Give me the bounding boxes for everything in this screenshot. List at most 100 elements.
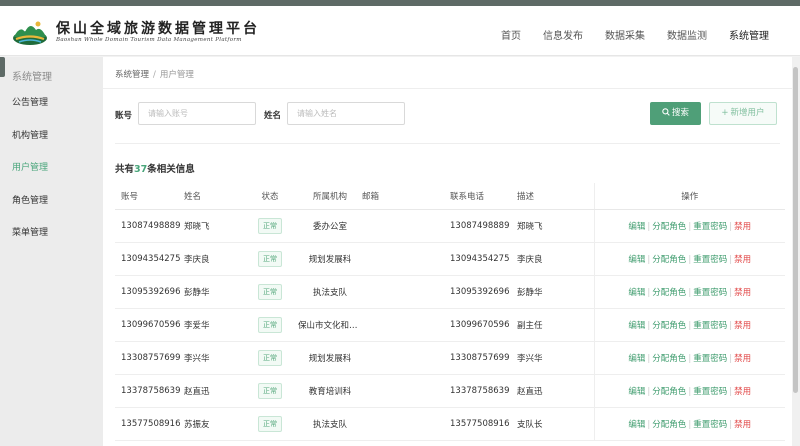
assign-role-link[interactable]: 分配角色: [652, 321, 686, 331]
edit-link[interactable]: 编辑: [628, 387, 645, 397]
cell-phone: 13087498889: [450, 209, 517, 243]
cell-account: 13378758639: [115, 374, 184, 408]
assign-role-link[interactable]: 分配角色: [652, 420, 686, 430]
table-row: 13099670596 李爱华 正常 保山市文化和旅… 13099670596 副主任 编辑…: [115, 308, 785, 342]
cell-email: [362, 209, 450, 243]
breadcrumb-current: 用户管理: [159, 70, 194, 80]
cell-account: 13577508916: [115, 407, 184, 441]
disable-link[interactable]: 禁用: [734, 321, 751, 331]
column-header-email: 邮箱: [362, 183, 450, 210]
sidebar-toggle-handle[interactable]: [0, 57, 5, 77]
action-separator: |: [647, 386, 651, 397]
column-header-status: 状态: [242, 183, 298, 210]
table-row: 13094354275 李庆良 正常 规划发展科 13094354275 李庆良 编辑 | 分配…: [115, 242, 785, 276]
nav-system-management[interactable]: 系统管理: [718, 12, 780, 62]
cell-status: 正常: [242, 341, 298, 375]
action-separator: |: [688, 386, 692, 397]
nav-data-monitoring[interactable]: 数据监测: [656, 12, 718, 62]
cell-status: 正常: [242, 407, 298, 441]
action-separator: |: [647, 419, 651, 430]
sidebar: 系统管理 公告管理 机构管理 用户管理 角色管理 菜单管理: [0, 57, 103, 446]
scrollbar-thumb[interactable]: [793, 67, 798, 393]
nav-info-publish[interactable]: 信息发布: [532, 12, 594, 62]
name-search-input[interactable]: [287, 102, 405, 125]
sidebar-menu: 公告管理 机构管理 用户管理 角色管理 菜单管理: [0, 87, 103, 250]
cell-name: 李爱华: [184, 308, 242, 342]
nav-home[interactable]: 首页: [490, 12, 532, 62]
cell-name: 彭静华: [184, 275, 242, 309]
edit-link[interactable]: 编辑: [628, 288, 645, 298]
sidebar-title: 系统管理: [12, 72, 52, 83]
cell-actions: 编辑 | 分配角色 | 重置密码 | 禁用: [593, 341, 785, 375]
action-separator: |: [647, 353, 651, 364]
add-user-button-label: 新增用户: [730, 108, 765, 118]
reset-password-link[interactable]: 重置密码: [693, 222, 727, 232]
table-row: 13095392696 彭静华 正常 执法支队 13095392696 彭静华 编辑 | 分配角…: [115, 275, 785, 309]
sidebar-item-organizations[interactable]: 机构管理: [0, 120, 103, 153]
cell-desc: 支队长: [517, 407, 570, 441]
table-header-row: 账号 姓名 状态 所属机构 邮箱 联系电话 描述 操作: [115, 183, 785, 210]
nav-data-collection[interactable]: 数据采集: [594, 12, 656, 62]
edit-link[interactable]: 编辑: [628, 255, 645, 265]
search-button[interactable]: 搜索: [650, 102, 701, 125]
reset-password-link[interactable]: 重置密码: [693, 288, 727, 298]
platform-title: 保山全域旅游数据管理平台: [56, 21, 260, 37]
cell-actions: 编辑 | 分配角色 | 重置密码 | 禁用: [593, 209, 785, 243]
assign-role-link[interactable]: 分配角色: [652, 387, 686, 397]
cell-status: 正常: [242, 275, 298, 309]
scrollbar[interactable]: [792, 57, 800, 446]
cell-account: 13308757699: [115, 341, 184, 375]
breadcrumb-parent[interactable]: 系统管理: [115, 70, 149, 80]
add-user-button[interactable]: + 新增用户: [709, 102, 777, 125]
cell-email: [362, 374, 450, 408]
account-label: 账号: [115, 111, 133, 121]
cell-phone: 13577508916: [450, 407, 517, 441]
reset-password-link[interactable]: 重置密码: [693, 387, 727, 397]
assign-role-link[interactable]: 分配角色: [652, 354, 686, 364]
cell-name: 郑晓飞: [184, 209, 242, 243]
sidebar-item-announcements[interactable]: 公告管理: [0, 87, 103, 120]
reset-password-link[interactable]: 重置密码: [693, 354, 727, 364]
disable-link[interactable]: 禁用: [734, 387, 751, 397]
edit-link[interactable]: 编辑: [628, 354, 645, 364]
assign-role-link[interactable]: 分配角色: [652, 222, 686, 232]
disable-link[interactable]: 禁用: [734, 222, 751, 232]
cell-desc: 李庆良: [517, 242, 570, 276]
disable-link[interactable]: 禁用: [734, 288, 751, 298]
reset-password-link[interactable]: 重置密码: [693, 255, 727, 265]
cell-account: 13094354275: [115, 242, 184, 276]
assign-role-link[interactable]: 分配角色: [652, 255, 686, 265]
cell-phone: 13094354275: [450, 242, 517, 276]
cell-name: 李庆良: [184, 242, 242, 276]
cell-org: 委办公室: [298, 209, 362, 243]
cell-name: 苏振友: [184, 407, 242, 441]
edit-link[interactable]: 编辑: [628, 420, 645, 430]
cell-name: 李兴华: [184, 341, 242, 375]
edit-link[interactable]: 编辑: [628, 222, 645, 232]
disable-link[interactable]: 禁用: [734, 255, 751, 265]
status-badge: 正常: [258, 382, 282, 399]
sidebar-item-roles[interactable]: 角色管理: [0, 185, 103, 218]
main-content: 系统管理 /用户管理 账号 姓名 搜索 +新增用户 共有37条相关信息 账号 姓名…: [103, 57, 792, 446]
status-badge: 正常: [258, 316, 282, 333]
action-separator: |: [729, 221, 733, 232]
result-count-suffix: 条相关信息: [147, 164, 195, 175]
action-separator: |: [688, 221, 692, 232]
assign-role-link[interactable]: 分配角色: [652, 288, 686, 298]
table-row: 13378758639 赵直迅 正常 教育培训科 13378758639 赵直迅 编辑 | 分配…: [115, 374, 785, 408]
cell-org: 执法支队: [298, 275, 362, 309]
reset-password-link[interactable]: 重置密码: [693, 420, 727, 430]
edit-link[interactable]: 编辑: [628, 321, 645, 331]
divider: [115, 143, 780, 144]
sidebar-item-menus[interactable]: 菜单管理: [0, 217, 103, 250]
platform-subtitle: Baoshan Whole Domain Tourism Data Manage…: [56, 37, 242, 43]
cell-desc: 副主任: [517, 308, 570, 342]
column-header-account: 账号: [115, 183, 184, 210]
disable-link[interactable]: 禁用: [734, 420, 751, 430]
account-search-input[interactable]: [138, 102, 256, 125]
sidebar-item-users[interactable]: 用户管理: [0, 152, 103, 185]
disable-link[interactable]: 禁用: [734, 354, 751, 364]
result-count: 共有37条相关信息: [115, 161, 195, 175]
action-separator: |: [647, 254, 651, 265]
reset-password-link[interactable]: 重置密码: [693, 321, 727, 331]
